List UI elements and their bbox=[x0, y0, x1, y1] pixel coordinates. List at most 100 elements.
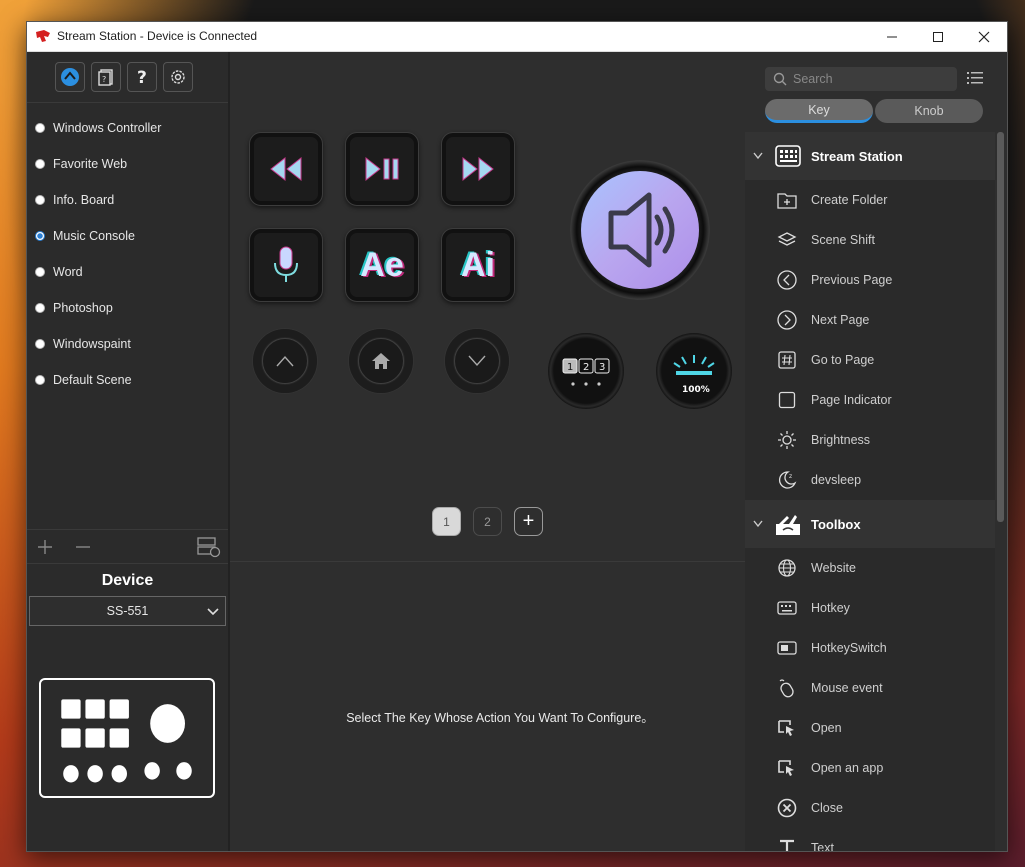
scene-actions-bar bbox=[27, 529, 228, 564]
radio-button-selected[interactable] bbox=[35, 231, 45, 241]
round-button-home[interactable] bbox=[349, 329, 413, 393]
book-icon: ? bbox=[98, 69, 113, 86]
add-page-button[interactable]: + bbox=[514, 507, 543, 536]
actions-panel: Search Key Knob Stream Station Create Fo… bbox=[745, 52, 1007, 851]
list-view-icon[interactable] bbox=[967, 71, 983, 85]
toolbox-icon bbox=[776, 515, 800, 535]
device-select[interactable]: SS-551 bbox=[29, 596, 226, 626]
switch-icon bbox=[777, 641, 797, 655]
group-stream-station[interactable]: Stream Station bbox=[745, 132, 995, 180]
page-tab-1[interactable]: 1 bbox=[432, 507, 461, 536]
close-window-button[interactable] bbox=[961, 22, 1007, 51]
action-label: HotkeySwitch bbox=[811, 641, 887, 655]
radio-button[interactable] bbox=[35, 159, 45, 169]
action-label: Page Indicator bbox=[811, 393, 892, 407]
action-hotkeyswitch[interactable]: HotkeySwitch bbox=[745, 628, 995, 668]
key-layout-area: Ae Ai 1 2 3 100% 1 2 + Select The Key Wh… bbox=[230, 52, 745, 851]
search-input[interactable]: Search bbox=[765, 67, 957, 91]
page-num-2: 2 bbox=[583, 362, 589, 373]
key-microphone[interactable] bbox=[249, 228, 323, 302]
group-toolbox[interactable]: Toolbox bbox=[745, 500, 995, 548]
remove-scene-icon[interactable] bbox=[75, 539, 91, 555]
action-mouse-event[interactable]: Mouse event bbox=[745, 668, 995, 708]
action-hotkey[interactable]: Hotkey bbox=[745, 588, 995, 628]
action-website[interactable]: Website bbox=[745, 548, 995, 588]
scene-label: Favorite Web bbox=[53, 157, 128, 171]
radio-button[interactable] bbox=[35, 339, 45, 349]
action-label: Website bbox=[811, 561, 856, 575]
minimize-button[interactable] bbox=[869, 22, 915, 51]
key-previous-track[interactable] bbox=[249, 132, 323, 206]
help-book-button[interactable]: ? bbox=[91, 62, 121, 92]
action-go-to-page[interactable]: Go to Page bbox=[745, 340, 995, 380]
action-create-folder[interactable]: Create Folder bbox=[745, 180, 995, 220]
action-list-scrollbar[interactable] bbox=[995, 132, 1007, 851]
radio-button[interactable] bbox=[35, 267, 45, 277]
action-label: devsleep bbox=[811, 473, 862, 487]
scene-item[interactable]: Windows Controller bbox=[27, 110, 228, 146]
key-next-track[interactable] bbox=[441, 132, 515, 206]
key-label-ai: Ai bbox=[461, 245, 495, 284]
help-button[interactable]: ? bbox=[127, 62, 157, 92]
chevron-up-icon bbox=[276, 355, 294, 367]
action-tabs: Key Knob bbox=[765, 99, 985, 123]
action-devsleep[interactable]: z devsleep bbox=[745, 460, 995, 500]
square-icon bbox=[778, 391, 796, 409]
action-page-indicator[interactable]: Page Indicator bbox=[745, 380, 995, 420]
action-brightness[interactable]: Brightness bbox=[745, 420, 995, 460]
action-close[interactable]: Close bbox=[745, 788, 995, 828]
radio-button[interactable] bbox=[35, 123, 45, 133]
radio-button[interactable] bbox=[35, 303, 45, 313]
action-label: Create Folder bbox=[811, 193, 888, 207]
action-text[interactable]: Text bbox=[745, 828, 995, 851]
play-pause-icon bbox=[365, 156, 399, 182]
brightness-lamp-icon: 100% bbox=[673, 355, 715, 395]
round-button-up[interactable] bbox=[253, 329, 317, 393]
action-label: Go to Page bbox=[811, 353, 875, 367]
key-play-pause[interactable] bbox=[345, 132, 419, 206]
add-scene-icon[interactable] bbox=[37, 539, 53, 555]
text-icon bbox=[780, 839, 794, 851]
action-label: Previous Page bbox=[811, 273, 893, 287]
round-button-down[interactable] bbox=[445, 329, 509, 393]
scene-label: Music Console bbox=[53, 229, 135, 243]
scene-item[interactable]: Word bbox=[27, 254, 228, 290]
tab-knob[interactable]: Knob bbox=[875, 99, 983, 123]
key-after-effects[interactable]: Ae bbox=[345, 228, 419, 302]
scene-item-selected[interactable]: Music Console bbox=[27, 218, 228, 254]
radio-button[interactable] bbox=[35, 195, 45, 205]
svg-text:z: z bbox=[789, 473, 792, 480]
keyboard-icon bbox=[777, 601, 797, 615]
knob-volume[interactable] bbox=[570, 160, 710, 300]
knob-brightness[interactable]: 100% bbox=[656, 333, 732, 409]
radio-button[interactable] bbox=[35, 375, 45, 385]
action-scene-shift[interactable]: Scene Shift bbox=[745, 220, 995, 260]
tab-key[interactable]: Key bbox=[765, 99, 873, 123]
scene-settings-icon[interactable] bbox=[197, 536, 221, 558]
settings-button[interactable] bbox=[163, 62, 193, 92]
action-previous-page[interactable]: Previous Page bbox=[745, 260, 995, 300]
home-button[interactable] bbox=[55, 62, 85, 92]
scrollbar-thumb[interactable] bbox=[997, 132, 1004, 522]
action-open-an-app[interactable]: Open an app bbox=[745, 748, 995, 788]
hash-box-icon bbox=[778, 351, 796, 369]
knob-face bbox=[581, 171, 699, 289]
title-bar: Stream Station - Device is Connected bbox=[27, 22, 1007, 52]
close-icon bbox=[978, 31, 990, 42]
globe-icon bbox=[778, 559, 796, 577]
scene-item[interactable]: Info. Board bbox=[27, 182, 228, 218]
page-num-1: 1 bbox=[567, 362, 573, 373]
maximize-button[interactable] bbox=[915, 22, 961, 51]
scene-item[interactable]: Windowspaint bbox=[27, 326, 228, 362]
home-circle-icon bbox=[61, 68, 79, 86]
action-open[interactable]: Open bbox=[745, 708, 995, 748]
action-next-page[interactable]: Next Page bbox=[745, 300, 995, 340]
knob-page-select[interactable]: 1 2 3 bbox=[548, 333, 624, 409]
scene-item[interactable]: Favorite Web bbox=[27, 146, 228, 182]
scene-item[interactable]: Default Scene bbox=[27, 362, 228, 398]
key-illustrator[interactable]: Ai bbox=[441, 228, 515, 302]
action-config-area: Select The Key Whose Action You Want To … bbox=[230, 561, 745, 851]
search-placeholder: Search bbox=[793, 72, 833, 86]
page-tab-2[interactable]: 2 bbox=[473, 507, 502, 536]
scene-item[interactable]: Photoshop bbox=[27, 290, 228, 326]
